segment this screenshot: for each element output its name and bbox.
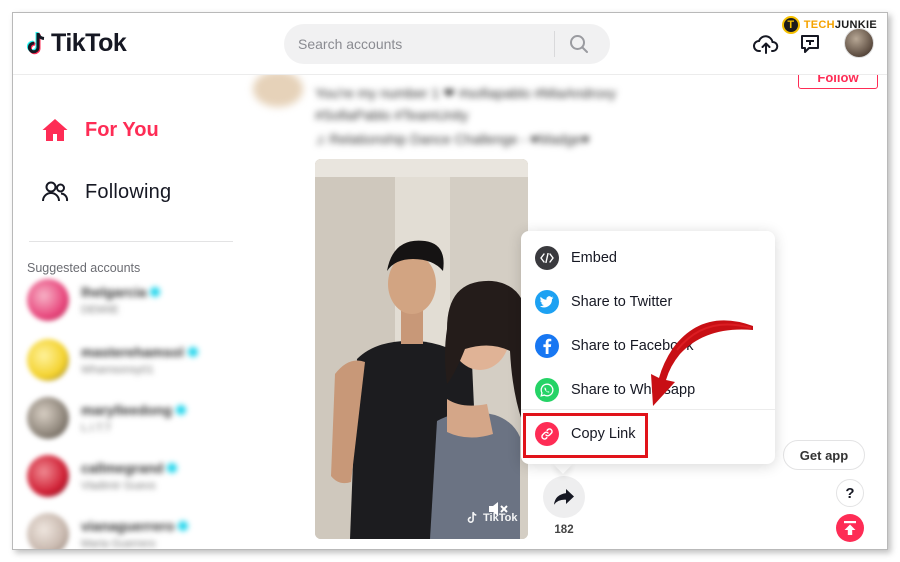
embed-icon	[535, 246, 559, 270]
verified-badge-icon	[187, 347, 198, 357]
suggested-account[interactable]: vianaguerrero Maria Guerrero	[27, 513, 189, 549]
avatar	[27, 397, 69, 439]
help-button[interactable]: ?	[836, 479, 864, 507]
sidebar: For You Following Suggested accounts lhe…	[13, 75, 243, 549]
tiktok-logo[interactable]: TikTok	[25, 29, 127, 58]
back-to-top-button[interactable]	[836, 514, 864, 542]
search-button[interactable]	[555, 24, 603, 64]
people-icon	[42, 181, 69, 202]
avatar	[27, 455, 69, 497]
avatar	[27, 339, 69, 381]
share-menu-divider	[521, 409, 775, 410]
verified-badge-icon	[150, 287, 161, 297]
share-embed[interactable]: Embed	[535, 246, 617, 270]
annotation-arrow-icon	[651, 320, 753, 406]
suggested-account[interactable]: masterehamsol Whamsonsy01	[27, 339, 198, 381]
post-caption: You're my number 1 ❤ #sofiapablo #MiaAnd…	[315, 85, 617, 101]
top-header: TikTok	[13, 13, 887, 75]
get-app-button[interactable]: Get app	[783, 440, 865, 470]
nav-label-following: Following	[85, 180, 172, 203]
post-music[interactable]: ♫ Relationship Dance Challenge - ♥Madge♥	[315, 131, 590, 147]
video-frame	[315, 159, 528, 539]
suggested-account[interactable]: lhelgarcia DEMIIE	[27, 279, 161, 321]
whatsapp-icon	[535, 378, 559, 402]
tiktok-note-icon	[467, 511, 477, 523]
nav-for-you[interactable]: For You	[41, 117, 159, 143]
nav-following[interactable]: Following	[41, 179, 171, 205]
techjunkie-logo-icon: T	[781, 16, 800, 34]
verified-badge-icon	[178, 521, 189, 531]
avatar	[27, 279, 69, 321]
suggested-account[interactable]: callmegrand Vladimir Guevs	[27, 455, 178, 497]
suggested-account[interactable]: marylleedong L.I.T.T	[27, 397, 187, 439]
verified-badge-icon	[167, 463, 178, 473]
arrow-up-icon	[844, 521, 856, 535]
video-player[interactable]: TikTok	[315, 159, 528, 539]
suggested-accounts-title: Suggested accounts	[27, 261, 141, 275]
avatar	[27, 513, 69, 549]
share-count: 182	[554, 524, 574, 536]
tiktok-note-icon	[26, 31, 45, 54]
screenshot-frame: T TECHJUNKIE TikTok Search accounts For …	[12, 12, 888, 550]
inbox-button[interactable]	[796, 31, 824, 57]
share-button[interactable]	[543, 476, 585, 518]
message-icon	[801, 35, 819, 53]
logo-wordmark: TikTok	[51, 29, 127, 57]
home-icon	[42, 119, 68, 141]
nav-label-for-you: For You	[85, 118, 159, 141]
sidebar-divider	[29, 241, 233, 242]
search-input[interactable]	[284, 36, 554, 52]
share-twitter[interactable]: Share to Twitter	[535, 290, 672, 314]
techjunkie-watermark: T TECHJUNKIE	[781, 16, 877, 34]
post-author-avatar[interactable]	[253, 71, 303, 107]
search-icon	[570, 35, 588, 53]
search-bar	[284, 24, 610, 64]
post-hashtags[interactable]: #SofiaPablo #TeamUnity	[315, 107, 468, 123]
facebook-icon	[535, 334, 559, 358]
verified-badge-icon	[176, 405, 187, 415]
copy-link-highlight-box	[523, 413, 648, 458]
twitter-icon	[535, 290, 559, 314]
mute-icon[interactable]	[487, 500, 509, 518]
upload-button[interactable]	[752, 31, 780, 57]
cloud-upload-icon	[753, 35, 779, 54]
share-arrow-icon	[554, 489, 574, 505]
